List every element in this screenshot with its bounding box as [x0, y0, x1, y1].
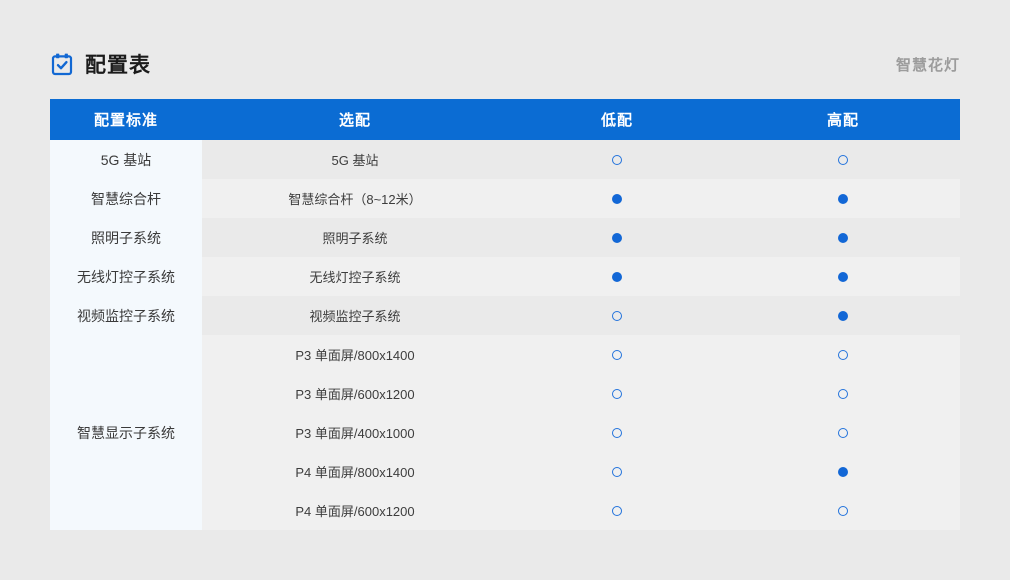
page-title-group: 配置表 [50, 49, 151, 79]
standard-cell-5g: 5G 基站 [50, 140, 202, 179]
low-config-cell [508, 179, 726, 218]
option-rows: 5G 基站 智慧综合杆（8~12米） 照明子系统 无线灯控子系统 [202, 140, 960, 530]
option-cell: P3 单面屏/600x1200 [202, 374, 508, 413]
low-config-marker [612, 389, 622, 399]
low-config-cell [508, 335, 726, 374]
low-config-marker [612, 272, 622, 282]
table-row: 无线灯控子系统 [202, 257, 960, 296]
high-config-marker [838, 506, 848, 516]
high-config-marker [838, 428, 848, 438]
table-row: 智慧综合杆（8~12米） [202, 179, 960, 218]
table-row: P4 单面屏/600x1200 [202, 491, 960, 530]
low-config-cell [508, 374, 726, 413]
low-config-marker [612, 233, 622, 243]
option-cell: 无线灯控子系统 [202, 257, 508, 296]
low-config-cell [508, 491, 726, 530]
low-config-marker [612, 350, 622, 360]
high-config-marker [838, 467, 848, 477]
product-label: 智慧花灯 [896, 54, 960, 75]
standard-cell-lighting: 照明子系统 [50, 218, 202, 257]
low-config-cell [508, 413, 726, 452]
high-config-cell [726, 452, 960, 491]
table-row: P4 单面屏/800x1400 [202, 452, 960, 491]
low-config-marker [612, 506, 622, 516]
high-config-cell [726, 218, 960, 257]
option-cell: 视频监控子系统 [202, 296, 508, 335]
table-body: 5G 基站 智慧综合杆 照明子系统 无线灯控子系统 视频监控子系统 智慧显示子系… [50, 140, 960, 530]
option-cell: P3 单面屏/400x1000 [202, 413, 508, 452]
page: 配置表 智慧花灯 配置标准 选配 低配 高配 5G 基站 智慧综合杆 照明子系统… [0, 0, 1010, 580]
high-config-marker [838, 194, 848, 204]
standard-cell-wireless: 无线灯控子系统 [50, 257, 202, 296]
low-config-marker [612, 467, 622, 477]
option-cell: P4 单面屏/800x1400 [202, 452, 508, 491]
table-row: P3 单面屏/400x1000 [202, 413, 960, 452]
high-config-cell [726, 374, 960, 413]
low-config-marker [612, 311, 622, 321]
table-row: 照明子系统 [202, 218, 960, 257]
high-config-cell [726, 491, 960, 530]
high-config-marker [838, 155, 848, 165]
option-cell: 5G 基站 [202, 140, 508, 179]
option-cell: P4 单面屏/600x1200 [202, 491, 508, 530]
standard-cell-pole: 智慧综合杆 [50, 179, 202, 218]
high-config-cell [726, 335, 960, 374]
high-config-marker [838, 350, 848, 360]
table-row: P3 单面屏/600x1200 [202, 374, 960, 413]
option-cell: 照明子系统 [202, 218, 508, 257]
page-title: 配置表 [85, 49, 151, 79]
calendar-check-icon [50, 52, 74, 76]
table-row: 视频监控子系统 [202, 296, 960, 335]
column-header-option: 选配 [202, 99, 508, 140]
config-table: 配置标准 选配 低配 高配 5G 基站 智慧综合杆 照明子系统 无线灯控子系统 … [50, 99, 960, 530]
column-header-low: 低配 [508, 99, 726, 140]
high-config-cell [726, 296, 960, 335]
high-config-cell [726, 413, 960, 452]
table-header-row: 配置标准 选配 低配 高配 [50, 99, 960, 140]
low-config-cell [508, 218, 726, 257]
low-config-cell [508, 257, 726, 296]
column-header-standard: 配置标准 [50, 99, 202, 140]
table-row: 5G 基站 [202, 140, 960, 179]
high-config-cell [726, 179, 960, 218]
standard-cell-video: 视频监控子系统 [50, 296, 202, 335]
standard-cell-display: 智慧显示子系统 [50, 335, 202, 530]
low-config-marker [612, 428, 622, 438]
low-config-cell [508, 140, 726, 179]
high-config-marker [838, 389, 848, 399]
option-cell: P3 单面屏/800x1400 [202, 335, 508, 374]
page-header: 配置表 智慧花灯 [50, 46, 960, 82]
standard-column: 5G 基站 智慧综合杆 照明子系统 无线灯控子系统 视频监控子系统 智慧显示子系… [50, 140, 202, 530]
low-config-cell [508, 452, 726, 491]
high-config-marker [838, 311, 848, 321]
column-header-high: 高配 [726, 99, 960, 140]
option-cell: 智慧综合杆（8~12米） [202, 179, 508, 218]
low-config-marker [612, 155, 622, 165]
table-row: P3 单面屏/800x1400 [202, 335, 960, 374]
high-config-marker [838, 272, 848, 282]
high-config-marker [838, 233, 848, 243]
low-config-marker [612, 194, 622, 204]
high-config-cell [726, 257, 960, 296]
low-config-cell [508, 296, 726, 335]
high-config-cell [726, 140, 960, 179]
